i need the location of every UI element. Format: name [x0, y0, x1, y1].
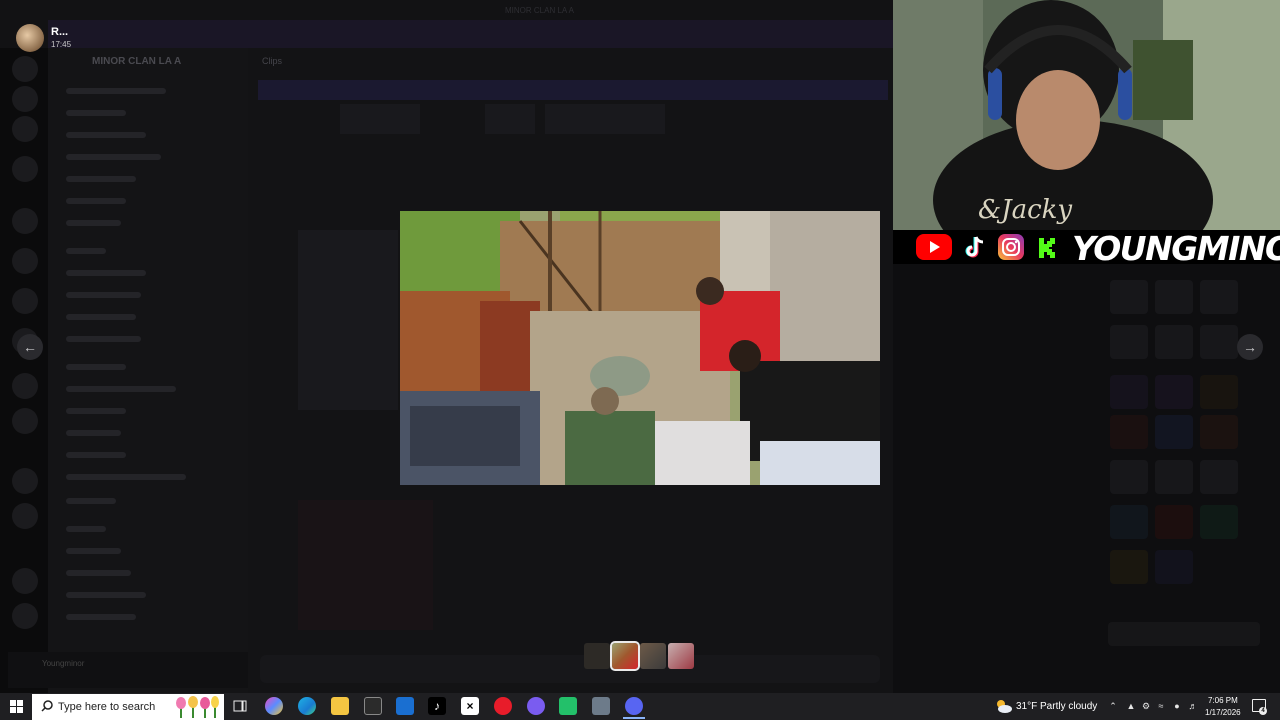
panel-tile — [1110, 460, 1148, 494]
panel-tile — [1110, 325, 1148, 359]
microsoft-store-icon[interactable] — [364, 697, 382, 715]
webcam-scene: &Jacky — [893, 0, 1280, 230]
media-thumbnail[interactable] — [668, 643, 694, 669]
youtube-icon — [916, 234, 952, 260]
copilot-icon[interactable] — [265, 697, 283, 715]
tiktok-icon — [962, 234, 988, 260]
panel-tile — [1155, 550, 1193, 584]
server-name: MINOR CLAN LA A — [92, 56, 182, 67]
discord-icon[interactable] — [625, 697, 643, 715]
user-panel-name: Youngminor — [42, 659, 85, 668]
microphone-icon[interactable]: ● — [1172, 701, 1182, 711]
top-notice-bar — [48, 20, 893, 48]
chat-image — [545, 104, 665, 134]
chat-image — [298, 500, 433, 630]
media-thumbnail[interactable] — [584, 643, 610, 669]
tray-app-icon[interactable]: ▲ — [1126, 701, 1136, 711]
panel-tile — [1110, 375, 1148, 409]
opera-icon[interactable] — [494, 697, 512, 715]
chat-banner — [258, 80, 888, 100]
chat-image — [340, 104, 420, 134]
tray-app-icon[interactable]: ⚙ — [1141, 701, 1151, 711]
panel-tile — [1200, 280, 1238, 314]
panel-tile — [1200, 375, 1238, 409]
chevron-up-icon[interactable]: ⌃ — [1108, 701, 1118, 711]
start-button[interactable] — [4, 696, 28, 717]
app-icon[interactable] — [592, 697, 610, 715]
instagram-icon — [998, 234, 1024, 260]
panel-tile — [1200, 325, 1238, 359]
channel-header: Clips — [262, 56, 283, 66]
task-view-icon[interactable] — [231, 697, 249, 715]
panel-tile — [1200, 415, 1238, 449]
panel-tile — [1110, 415, 1148, 449]
panel-tile — [1110, 505, 1148, 539]
media-image[interactable] — [400, 211, 880, 485]
media-thumbnail-active[interactable] — [610, 641, 640, 671]
media-scene — [400, 211, 880, 485]
panel-tile — [1200, 505, 1238, 539]
panel-tile — [1155, 325, 1193, 359]
panel-tile — [1200, 460, 1238, 494]
panel-button — [1108, 622, 1260, 646]
server-rail — [0, 48, 48, 693]
panel-tile — [1110, 280, 1148, 314]
volume-icon[interactable]: ♬ — [1188, 701, 1198, 711]
arrow-right-icon: → — [1243, 339, 1257, 355]
channel-list — [48, 48, 248, 693]
chat-image — [298, 230, 398, 410]
arrow-left-icon: ← — [23, 339, 37, 355]
previous-media-button[interactable]: ← — [17, 334, 43, 360]
post-timestamp: 17:45 — [51, 40, 72, 49]
mail-icon[interactable] — [396, 697, 414, 715]
capcut-icon[interactable]: × — [461, 697, 479, 715]
svg-text:&Jacky: &Jacky — [978, 195, 1072, 225]
panel-tile — [1110, 550, 1148, 584]
kick-icon — [1034, 234, 1060, 260]
notification-count: 4 — [1259, 707, 1267, 715]
weather-partly-cloudy-icon — [994, 698, 1012, 714]
tulips-icon — [173, 696, 221, 718]
streamer-brand: YOUNGMINOR — [1072, 229, 1280, 268]
chat-image — [485, 104, 535, 134]
clock-date[interactable]: 1/17/2026 — [1205, 708, 1241, 717]
edge-icon[interactable] — [298, 697, 316, 715]
panel-tile — [1155, 505, 1193, 539]
panel-tile — [1155, 415, 1193, 449]
poster-name[interactable]: R... — [51, 26, 68, 38]
poster-avatar[interactable] — [16, 24, 44, 52]
user-panel — [8, 652, 248, 688]
media-thumbnail-strip — [584, 641, 694, 671]
active-app-indicator — [623, 717, 645, 719]
window-title: MINOR CLAN LA A — [505, 6, 574, 15]
wifi-icon[interactable]: ≈ — [1156, 701, 1166, 711]
panel-tile — [1155, 460, 1193, 494]
panel-tile — [1155, 280, 1193, 314]
windows-icon — [10, 700, 23, 713]
file-explorer-icon[interactable] — [331, 697, 349, 715]
search-placeholder: Type here to search — [58, 701, 156, 713]
weather-text[interactable]: 31°F Partly cloudy — [1016, 701, 1097, 712]
streamer-webcam: &Jacky — [893, 0, 1280, 230]
next-media-button[interactable]: → — [1237, 334, 1263, 360]
media-thumbnail[interactable] — [640, 643, 666, 669]
panel-tile — [1155, 375, 1193, 409]
app-icon[interactable] — [559, 697, 577, 715]
search-icon — [40, 699, 54, 713]
clock-time[interactable]: 7:06 PM — [1208, 696, 1238, 705]
message-input — [260, 655, 880, 683]
tiktok-app-icon[interactable]: ♪ — [428, 697, 446, 715]
app-icon[interactable] — [527, 697, 545, 715]
